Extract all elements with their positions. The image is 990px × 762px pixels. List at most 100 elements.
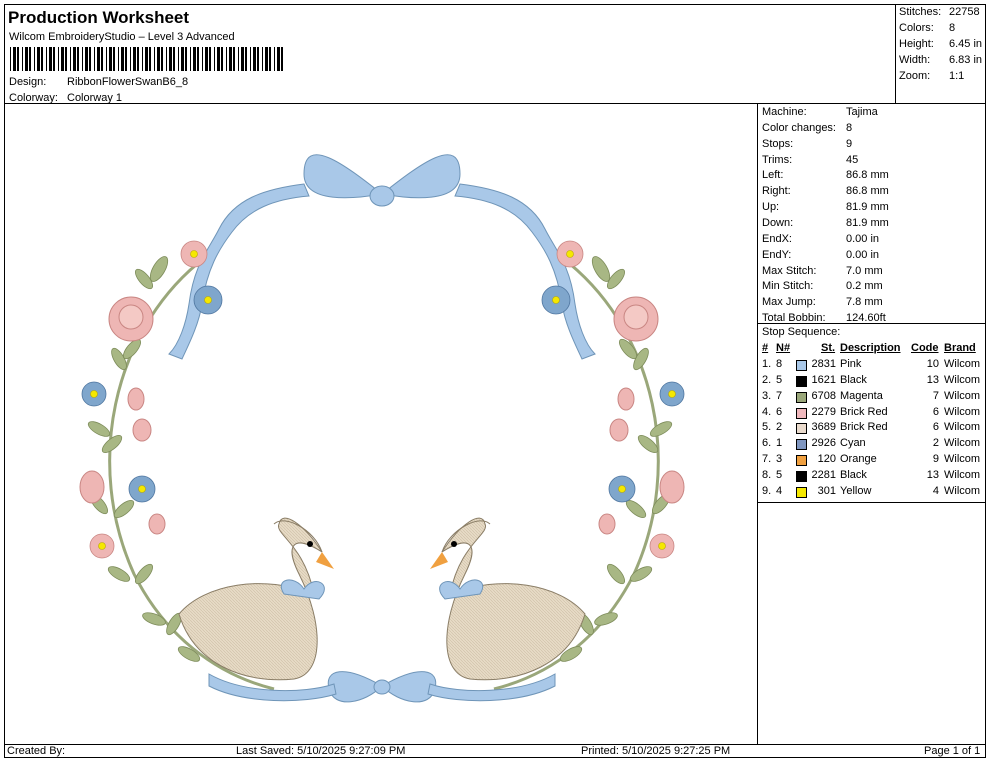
machine-info-row: Max Stitch: 7.0 mm bbox=[762, 265, 883, 280]
stitch-count: 2279 bbox=[811, 405, 836, 418]
info-value: Tajima bbox=[846, 106, 878, 118]
stat-value: 22758 bbox=[949, 6, 980, 18]
colorway-value: Colorway 1 bbox=[67, 92, 123, 104]
stop-num: 3. bbox=[762, 389, 772, 402]
machine-info-row: Left: 86.8 mm bbox=[762, 169, 889, 184]
stop-row: 8. 5 2281 Black 13 Wilcom bbox=[758, 469, 986, 484]
thread-brand: Wilcom bbox=[944, 405, 981, 418]
stop-row: 6. 1 2926 Cyan 2 Wilcom bbox=[758, 437, 986, 452]
machine-info-row: Machine: Tajima bbox=[762, 106, 878, 121]
color-swatch bbox=[796, 391, 807, 403]
stop-num: 7. bbox=[762, 453, 772, 466]
needle-num: 8 bbox=[776, 358, 783, 370]
info-value: 0.2 mm bbox=[846, 280, 883, 293]
thread-code: 4 bbox=[932, 484, 939, 497]
color-description: Black bbox=[840, 468, 867, 481]
info-value: 7.8 mm bbox=[846, 296, 883, 309]
stat-label: Zoom: bbox=[899, 70, 931, 82]
design-row: Design: RibbonFlowerSwanB6_8 bbox=[9, 76, 188, 88]
info-label: Min Stitch: bbox=[762, 280, 814, 293]
col-desc: Description bbox=[840, 342, 901, 354]
color-description: Magenta bbox=[840, 389, 883, 402]
info-value: 0.00 in bbox=[846, 232, 880, 245]
thread-code: 2 bbox=[932, 437, 939, 450]
stop-sequence-title: Stop Sequence: bbox=[762, 326, 841, 338]
stat-height: Height: 6.45 in bbox=[899, 38, 982, 53]
thread-code: 13 bbox=[926, 468, 939, 481]
color-swatch bbox=[796, 375, 807, 387]
stat-value: 6.45 in bbox=[949, 38, 983, 50]
col-num: # bbox=[762, 342, 769, 354]
needle-num: 1 bbox=[776, 437, 783, 450]
thread-brand: Wilcom bbox=[944, 468, 981, 481]
info-side-panel: Machine: Tajima Color changes: 8 Stops: 9 Trim… bbox=[758, 104, 986, 744]
stitch-count: 1621 bbox=[811, 373, 836, 386]
machine-info-row: EndX: 0.00 in bbox=[762, 233, 879, 248]
stat-stitches: Stitches: 22758 bbox=[899, 6, 980, 21]
color-description: Orange bbox=[840, 453, 877, 466]
machine-info-row: Stops: 9 bbox=[762, 138, 852, 153]
machine-info-row: Right: 86.8 mm bbox=[762, 185, 889, 200]
stop-row: 5. 2 3689 Brick Red 6 Wilcom bbox=[758, 421, 986, 436]
color-swatch bbox=[796, 439, 807, 451]
stop-num: 5. bbox=[762, 421, 772, 434]
divider bbox=[758, 323, 986, 324]
thread-code: 6 bbox=[932, 405, 939, 418]
thread-brand: Wilcom bbox=[944, 373, 981, 386]
info-value: 86.8 mm bbox=[846, 169, 889, 182]
needle-num: 7 bbox=[776, 389, 783, 402]
color-swatch bbox=[796, 360, 807, 371]
stat-value: 6.83 in bbox=[949, 54, 983, 66]
color-description: Yellow bbox=[840, 484, 872, 497]
last-saved: Last Saved: 5/10/2025 9:27:09 PM bbox=[236, 745, 406, 757]
stop-num: 8. bbox=[762, 468, 772, 481]
color-description: Pink bbox=[840, 358, 862, 370]
color-swatch bbox=[796, 470, 807, 482]
stat-width: Width: 6.83 in bbox=[899, 54, 982, 69]
page-number: Page 1 of 1 bbox=[924, 745, 981, 757]
info-value: 86.8 mm bbox=[846, 185, 889, 198]
design-preview[interactable] bbox=[4, 104, 758, 744]
stitch-count: 6708 bbox=[811, 389, 836, 402]
stat-label: Colors: bbox=[899, 22, 934, 34]
software-name: Wilcom EmbroideryStudio – Level 3 Advanc… bbox=[9, 31, 235, 43]
stat-colors: Colors: 8 bbox=[899, 22, 955, 37]
info-label: Down: bbox=[762, 216, 794, 229]
info-value: 0.00 in bbox=[846, 248, 880, 261]
stitch-count: 301 bbox=[817, 484, 836, 497]
info-label: EndX: bbox=[762, 232, 792, 245]
color-swatch bbox=[796, 423, 807, 435]
thread-code: 9 bbox=[932, 453, 939, 466]
stitch-count: 2831 bbox=[811, 358, 836, 370]
stitch-count: 3689 bbox=[811, 421, 836, 434]
stitch-count: 2926 bbox=[811, 437, 836, 450]
machine-info-row: Max Jump: 7.8 mm bbox=[762, 296, 883, 311]
machine-info-row: Total Bobbin: 124.60ft bbox=[762, 312, 886, 327]
created-by: Created By: bbox=[7, 745, 66, 757]
thread-brand: Wilcom bbox=[944, 421, 981, 434]
stop-row: 3. 7 6708 Magenta 7 Wilcom bbox=[758, 390, 986, 405]
thread-code: 7 bbox=[932, 389, 939, 402]
needle-num: 5 bbox=[776, 468, 783, 481]
color-swatch bbox=[796, 486, 807, 498]
info-label: EndY: bbox=[762, 248, 792, 261]
machine-info-row: Trims: 45 bbox=[762, 154, 858, 169]
stat-zoom: Zoom: 1:1 bbox=[899, 70, 964, 85]
stat-label: Height: bbox=[899, 38, 934, 50]
info-label: Machine: bbox=[762, 106, 807, 118]
colorway-label: Colorway: bbox=[9, 92, 58, 104]
stat-value: 8 bbox=[949, 22, 956, 34]
needle-num: 6 bbox=[776, 405, 783, 418]
info-label: Trims: bbox=[762, 153, 793, 166]
machine-info-row: Min Stitch: 0.2 mm bbox=[762, 280, 883, 295]
stop-num: 6. bbox=[762, 437, 772, 450]
info-label: Stops: bbox=[762, 137, 794, 150]
info-value: 81.9 mm bbox=[846, 201, 889, 214]
info-value: 45 bbox=[846, 153, 859, 166]
stat-label: Stitches: bbox=[899, 6, 942, 18]
thread-brand: Wilcom bbox=[944, 484, 981, 497]
page-title: Production Worksheet bbox=[8, 8, 190, 27]
stats-panel: Stitches: 22758 Colors: 8 Height: 6.45 in W… bbox=[895, 4, 986, 104]
thread-brand: Wilcom bbox=[944, 389, 981, 402]
info-label: Right: bbox=[762, 185, 791, 198]
